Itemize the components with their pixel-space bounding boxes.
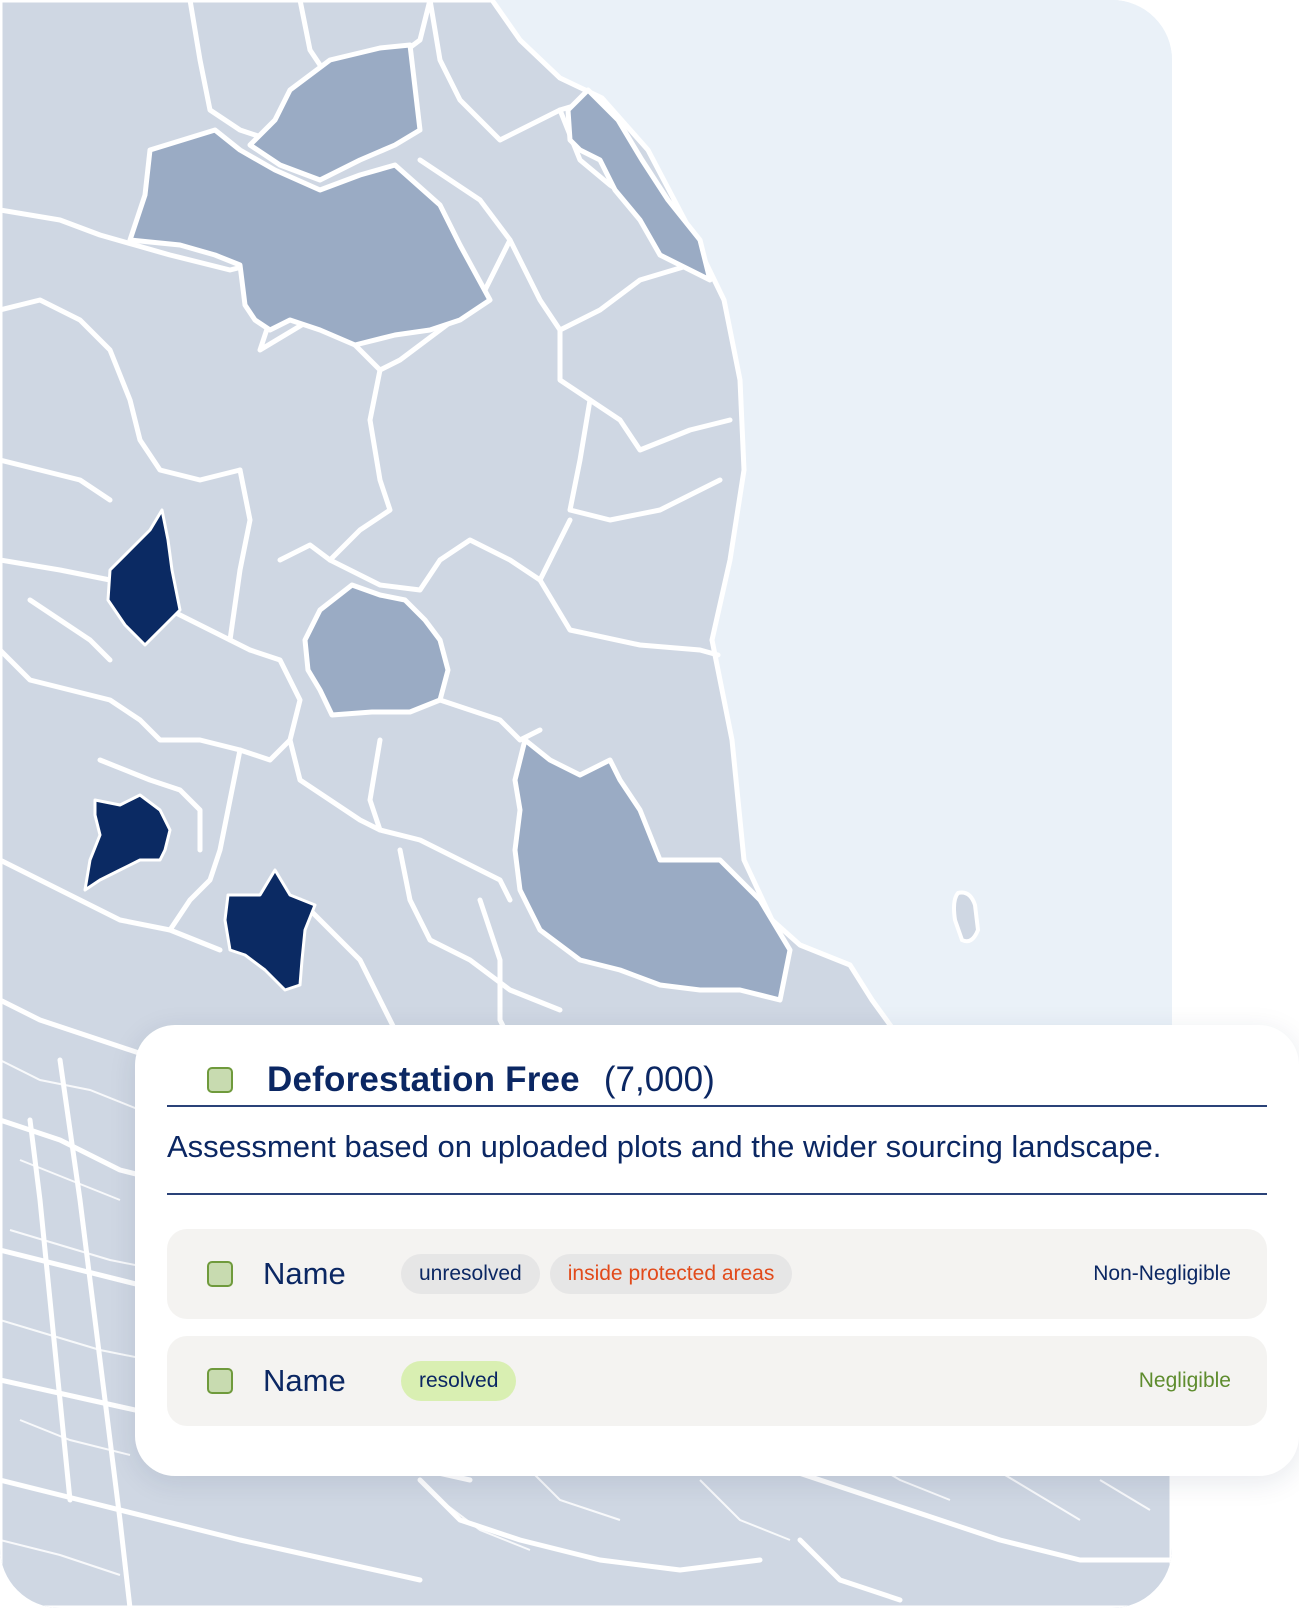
risk-level: Negligible [1138,1369,1231,1392]
screen: Deforestation Free (7,000) Assessment ba… [0,0,1299,1608]
status-tag-unresolved: unresolved [401,1254,540,1294]
status-tag-protected-areas: inside protected areas [549,1254,793,1294]
checkbox-icon[interactable] [207,1261,233,1287]
checkbox-icon[interactable] [207,1368,233,1394]
card-header: Deforestation Free (7,000) [207,1053,715,1107]
divider-top [167,1105,1267,1107]
assessment-card: Deforestation Free (7,000) Assessment ba… [135,1025,1299,1476]
plot-name: Name [263,1256,346,1291]
plot-row[interactable]: Name unresolved inside protected areas N… [167,1229,1267,1319]
plot-row[interactable]: Name resolved Negligible [167,1336,1267,1426]
card-count: (7,000) [603,1060,715,1099]
card-description: Assessment based on uploaded plots and t… [167,1129,1162,1164]
status-tag-resolved: resolved [401,1361,517,1401]
risk-level: Non-Negligible [1093,1262,1231,1285]
divider-bottom [167,1193,1267,1195]
checkbox-icon[interactable] [207,1067,233,1093]
plot-name: Name [263,1363,346,1398]
card-title: Deforestation Free [267,1060,580,1099]
